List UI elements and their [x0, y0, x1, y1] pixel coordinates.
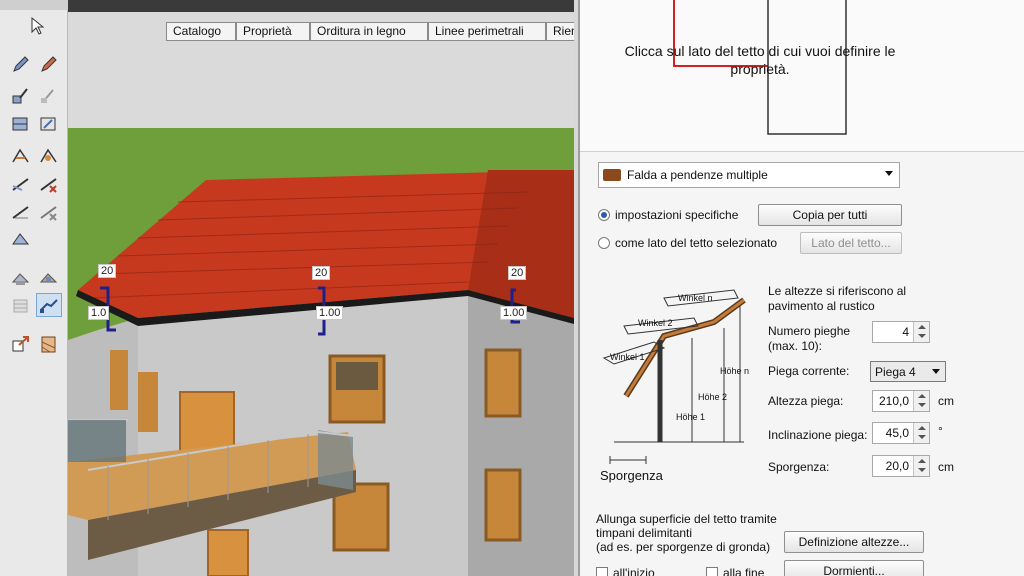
spin-arrows-icon[interactable] — [913, 423, 929, 443]
current-fold-dropdown[interactable]: Piega 4 — [870, 361, 946, 382]
chevron-down-icon — [932, 369, 940, 374]
copy-for-all-button[interactable]: Copia per tutti — [758, 204, 902, 226]
rafter-icon[interactable] — [8, 144, 34, 168]
dim-label-bottom-2: 1.00 — [316, 306, 344, 320]
check-start[interactable]: all'inizio — [596, 566, 655, 576]
line-tool-icon[interactable] — [8, 172, 34, 196]
tab-proprieta[interactable]: Proprietà — [236, 22, 310, 41]
spin-arrows-icon[interactable] — [913, 391, 929, 411]
left-toolbar — [0, 0, 68, 576]
current-fold-label: Piega corrente: — [768, 364, 850, 378]
dim-label-top-2: 20 — [312, 266, 331, 280]
fold-height-unit: cm — [938, 394, 954, 408]
dormers-button[interactable]: Dormienti... — [784, 560, 924, 576]
roof-side-properties-panel: Clicca sul lato del tetto di cui vuoi de… — [578, 0, 1024, 576]
fold-inclination-stepper[interactable]: 45,0 — [872, 422, 930, 444]
viewport-titlebar — [68, 0, 574, 12]
check-end-label: alla fine — [723, 566, 765, 576]
radio-button[interactable] — [598, 237, 610, 249]
roof-type-dropdown[interactable]: Falda a pendenze multiple — [598, 162, 900, 188]
dim-label-bottom-1: 1.0 — [88, 306, 110, 320]
select-pointer-icon[interactable] — [26, 14, 52, 38]
tab-riempimento[interactable]: Riempimento — [546, 22, 574, 41]
fold-inclination-value: 45,0 — [885, 426, 909, 440]
preview-instruction: Clicca sul lato del tetto di cui vuoi de… — [624, 43, 896, 77]
tab-linee-perimetrali[interactable]: Linee perimetrali — [428, 22, 546, 41]
label-hohe-2: Höhe 2 — [698, 392, 728, 402]
roof-tile-icon — [603, 169, 621, 181]
plane-icon[interactable] — [36, 112, 62, 136]
roof-edit-icon[interactable] — [8, 84, 34, 108]
radio-button[interactable] — [598, 209, 610, 221]
overhang-stepper[interactable]: 20,0 — [872, 455, 930, 477]
fold-height-value: 210,0 — [878, 394, 909, 408]
roof-preview[interactable]: Clicca sul lato del tetto di cui vuoi de… — [580, 0, 1024, 152]
checkbox[interactable] — [706, 567, 718, 576]
label-winkel-n: Winkel n — [678, 293, 713, 303]
pencil-icon[interactable] — [8, 52, 34, 76]
fold-inclination-unit: ° — [938, 424, 943, 438]
roof-side-button[interactable]: Lato del tetto... — [800, 232, 902, 254]
house-3d-scene — [68, 0, 574, 576]
slope-icon[interactable] — [8, 200, 34, 224]
dim-label-bottom-3: 1.00 — [500, 306, 528, 320]
toolbar-header — [0, 0, 68, 10]
current-fold-value: Piega 4 — [875, 365, 916, 379]
extend-roof-text: Allunga superficie del tetto tramite tim… — [596, 512, 777, 554]
num-folds-value: 4 — [902, 325, 909, 339]
export-icon[interactable] — [8, 332, 34, 356]
overhang-unit: cm — [938, 460, 954, 474]
beam-icon[interactable] — [36, 144, 62, 168]
spin-arrows-icon[interactable] — [913, 456, 929, 476]
fold-height-stepper[interactable]: 210,0 — [872, 390, 930, 412]
heights-note: Le altezze si riferiscono al pavimento a… — [768, 284, 907, 313]
tab-catalogo[interactable]: Catalogo — [166, 22, 236, 41]
roof-copy-icon[interactable] — [36, 84, 62, 108]
gable-icon[interactable] — [8, 112, 34, 136]
dormer-icon[interactable] — [8, 266, 34, 290]
overhang-value: 20,0 — [885, 459, 909, 473]
dim-label-top-1: 20 — [98, 264, 117, 278]
skylight-icon[interactable] — [36, 266, 62, 290]
fold-height-label: Altezza piega: — [768, 394, 844, 408]
property-tabs: Catalogo Proprietà Orditura in legno Lin… — [166, 22, 574, 41]
check-start-label: all'inizio — [613, 566, 655, 576]
radio-specific-label: impostazioni specifiche — [615, 208, 739, 222]
num-folds-label: Numero pieghe (max. 10): — [768, 324, 851, 353]
radio-as-selected-side[interactable]: come lato del tetto selezionato — [598, 236, 777, 250]
radio-specific-settings[interactable]: impostazioni specifiche — [598, 208, 738, 222]
check-end[interactable]: alla fine — [706, 566, 764, 576]
chevron-down-icon — [885, 171, 893, 176]
dim-label-top-3: 20 — [508, 266, 527, 280]
checkbox[interactable] — [596, 567, 608, 576]
tab-orditura[interactable]: Orditura in legno — [310, 22, 428, 41]
spin-arrows-icon[interactable] — [913, 322, 929, 342]
fold-diagram — [602, 289, 746, 464]
roof-type-value: Falda a pendenze multiple — [627, 168, 768, 182]
hip-icon[interactable] — [8, 226, 34, 250]
fold-inclination-label: Inclinazione piega: — [768, 428, 868, 442]
grid-icon[interactable] — [8, 294, 34, 318]
slope-delete-icon[interactable] — [36, 200, 62, 224]
label-sporgenza-diagram: Sporgenza — [600, 468, 663, 483]
num-folds-stepper[interactable]: 4 — [872, 321, 930, 343]
label-winkel-2: Winkel 2 — [638, 318, 673, 328]
app-window: Catalogo Proprietà Orditura in legno Lin… — [0, 0, 1024, 576]
pen-icon[interactable] — [36, 52, 62, 76]
overhang-label: Sporgenza: — [768, 460, 830, 474]
pattern-icon[interactable] — [36, 332, 62, 356]
line-delete-icon[interactable] — [36, 172, 62, 196]
label-winkel-1: Winkel 1 — [610, 352, 645, 362]
label-hohe-n: Höhe n — [720, 366, 750, 376]
3d-viewport[interactable]: Catalogo Proprietà Orditura in legno Lin… — [68, 0, 574, 576]
radio-selected-side-label: come lato del tetto selezionato — [615, 236, 778, 250]
height-definition-button[interactable]: Definizione altezze... — [784, 531, 924, 553]
label-hohe-1: Höhe 1 — [676, 412, 706, 422]
roof-side-tool-icon[interactable] — [36, 293, 62, 317]
